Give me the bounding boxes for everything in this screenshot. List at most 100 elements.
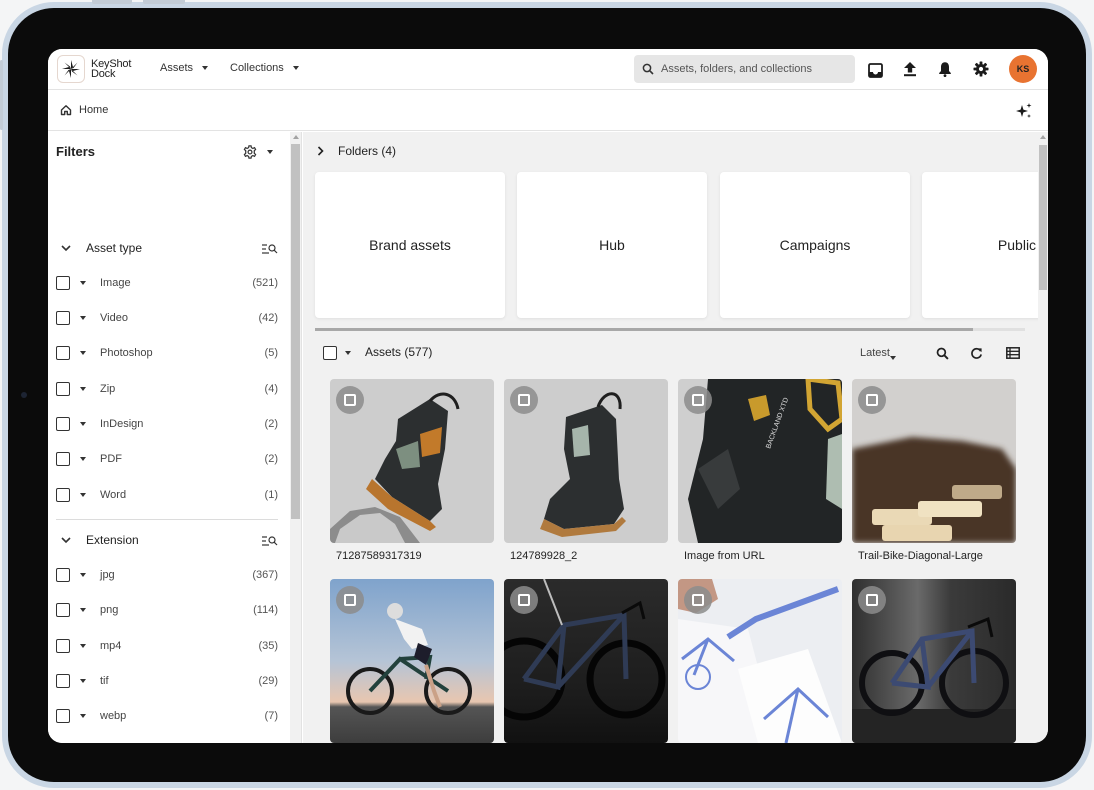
nav-collections-menu[interactable]: Collections bbox=[230, 62, 299, 74]
filter-option[interactable]: webp (7) bbox=[56, 706, 278, 726]
tablet-top-button bbox=[143, 0, 185, 4]
asset-select-checkbox[interactable] bbox=[510, 386, 538, 414]
ai-assistant-button[interactable] bbox=[1014, 101, 1034, 121]
folders-title: Folders (4) bbox=[338, 144, 397, 158]
asset-select-checkbox[interactable] bbox=[858, 386, 886, 414]
filter-checkbox[interactable] bbox=[56, 276, 70, 290]
sort-dropdown[interactable]: Latest bbox=[860, 347, 896, 360]
caret-down-icon bbox=[292, 66, 299, 70]
filter-option-label: InDesign bbox=[100, 418, 144, 430]
filter-option-count: (29) bbox=[258, 675, 278, 687]
nav-assets-menu[interactable]: Assets bbox=[160, 62, 209, 74]
search-input[interactable] bbox=[661, 63, 851, 75]
caret-down-icon bbox=[267, 150, 273, 154]
filter-option[interactable]: Video (42) bbox=[56, 308, 278, 328]
filters-settings-menu[interactable] bbox=[243, 145, 273, 159]
refresh-icon bbox=[970, 347, 982, 359]
asset-select-checkbox[interactable] bbox=[510, 586, 538, 614]
upload-button[interactable] bbox=[901, 60, 919, 78]
filter-checkbox[interactable] bbox=[56, 417, 70, 431]
folder-card[interactable]: Brand assets bbox=[315, 172, 505, 318]
caret-down-icon[interactable] bbox=[80, 644, 86, 648]
asset-select-checkbox[interactable] bbox=[684, 386, 712, 414]
asset-select-checkbox[interactable] bbox=[336, 386, 364, 414]
search-icon bbox=[936, 347, 949, 360]
folder-card[interactable]: Public bbox=[922, 172, 1038, 318]
upload-icon bbox=[904, 62, 916, 77]
filter-checkbox[interactable] bbox=[56, 488, 70, 502]
inbox-icon bbox=[867, 62, 883, 78]
caret-down-icon[interactable] bbox=[80, 351, 86, 355]
asset-select-checkbox[interactable] bbox=[684, 586, 712, 614]
notifications-button[interactable] bbox=[936, 60, 954, 78]
inbox-button[interactable] bbox=[866, 61, 884, 79]
folders-toggle[interactable]: Folders (4) bbox=[317, 144, 396, 158]
sidebar-scrollbar-thumb[interactable] bbox=[291, 144, 300, 519]
filter-option[interactable]: tif (29) bbox=[56, 671, 278, 691]
breadcrumb-home[interactable]: Home bbox=[79, 104, 108, 116]
app-logo[interactable]: KeyShot Dock bbox=[57, 55, 131, 83]
filter-section-extension[interactable]: Extension bbox=[56, 530, 278, 550]
filter-checkbox[interactable] bbox=[56, 639, 70, 653]
caret-down-icon[interactable] bbox=[80, 573, 86, 577]
asset-select-checkbox[interactable] bbox=[858, 586, 886, 614]
filter-option[interactable]: jpg (367) bbox=[56, 565, 278, 585]
filter-option[interactable]: mp4 (35) bbox=[56, 636, 278, 656]
chevron-down-icon[interactable] bbox=[56, 244, 76, 252]
filter-search-icon[interactable] bbox=[262, 242, 278, 260]
filter-option[interactable]: PDF (2) bbox=[56, 449, 278, 469]
chevron-down-icon[interactable] bbox=[56, 536, 76, 544]
filter-checkbox[interactable] bbox=[56, 603, 70, 617]
user-avatar[interactable]: KS bbox=[1009, 55, 1037, 83]
filter-option[interactable]: png (114) bbox=[56, 600, 278, 620]
filter-checkbox[interactable] bbox=[56, 311, 70, 325]
filter-checkbox[interactable] bbox=[56, 568, 70, 582]
list-view-button[interactable] bbox=[1004, 344, 1022, 362]
settings-button[interactable] bbox=[972, 60, 990, 78]
select-all-checkbox[interactable] bbox=[323, 346, 337, 360]
folders-scrollbar-thumb[interactable] bbox=[315, 328, 973, 331]
refresh-button[interactable] bbox=[967, 344, 985, 362]
filter-option[interactable]: psd(5) bbox=[56, 742, 278, 743]
filter-checkbox[interactable] bbox=[56, 674, 70, 688]
folder-card[interactable]: Hub bbox=[517, 172, 707, 318]
caret-down-icon[interactable] bbox=[80, 679, 86, 683]
filter-checkbox[interactable] bbox=[56, 452, 70, 466]
filter-option-count: (42) bbox=[258, 312, 278, 324]
top-navigation-bar: KeyShot Dock Assets Collections KS bbox=[48, 49, 1048, 90]
filter-section-asset-type[interactable]: Asset type bbox=[56, 238, 278, 258]
asset-name: 71287589317319 bbox=[336, 550, 422, 562]
filter-checkbox[interactable] bbox=[56, 346, 70, 360]
filter-option[interactable]: Photoshop (5) bbox=[56, 343, 278, 363]
filter-option[interactable]: Image (521) bbox=[56, 273, 278, 293]
breadcrumb[interactable]: Home bbox=[60, 104, 108, 116]
filter-option-label: PDF bbox=[100, 453, 122, 465]
caret-down-icon[interactable] bbox=[80, 281, 86, 285]
filter-option[interactable]: InDesign (2) bbox=[56, 414, 278, 434]
assets-search-button[interactable] bbox=[933, 344, 951, 362]
filter-option[interactable]: Zip (4) bbox=[56, 379, 278, 399]
asset-name: Image from URL bbox=[684, 550, 765, 562]
main-content: Folders (4) Brand assets Hub Campaigns P… bbox=[303, 132, 1038, 743]
caret-down-icon[interactable] bbox=[80, 493, 86, 497]
filter-checkbox[interactable] bbox=[56, 709, 70, 723]
caret-down-icon[interactable] bbox=[80, 387, 86, 391]
scroll-up-arrow-icon[interactable] bbox=[1040, 135, 1046, 139]
filter-checkbox[interactable] bbox=[56, 382, 70, 396]
tablet-top-button bbox=[92, 0, 132, 4]
asset-select-checkbox[interactable] bbox=[336, 586, 364, 614]
folder-card[interactable]: Campaigns bbox=[720, 172, 910, 318]
caret-down-icon[interactable] bbox=[80, 457, 86, 461]
scroll-up-arrow-icon[interactable] bbox=[293, 135, 299, 139]
caret-down-icon[interactable] bbox=[80, 714, 86, 718]
main-scrollbar-thumb[interactable] bbox=[1039, 145, 1047, 290]
nav-assets-label: Assets bbox=[160, 62, 194, 74]
caret-down-icon[interactable] bbox=[80, 608, 86, 612]
global-search[interactable] bbox=[634, 55, 855, 83]
caret-down-icon[interactable] bbox=[80, 422, 86, 426]
caret-down-icon[interactable] bbox=[80, 316, 86, 320]
filter-option[interactable]: Word (1) bbox=[56, 485, 278, 505]
filter-search-icon[interactable] bbox=[262, 534, 278, 552]
select-options-caret-icon[interactable] bbox=[345, 351, 351, 355]
filter-option-label: tif bbox=[100, 675, 109, 687]
